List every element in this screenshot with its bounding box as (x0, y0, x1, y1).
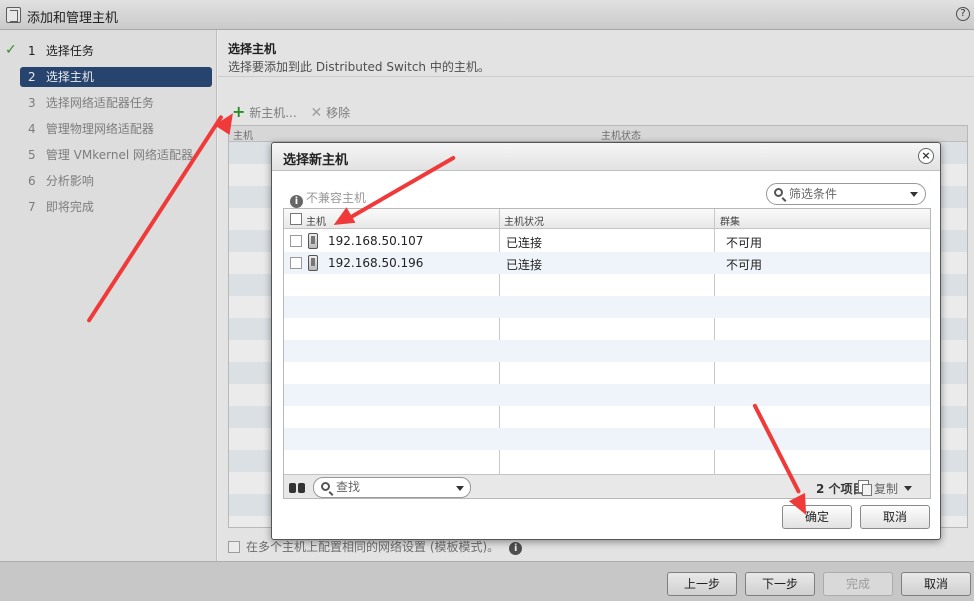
select-all-checkbox[interactable] (290, 213, 302, 225)
grid-header: 主机 主机状况 群集 (284, 209, 930, 229)
host-list-grid: 主机 主机状况 群集 192.168.50.107 已连接 不可用 192.16… (283, 208, 931, 499)
search-icon (321, 482, 330, 491)
copy-button[interactable]: 复制 (858, 480, 912, 497)
search-icon (774, 188, 783, 197)
info-icon: i (290, 195, 303, 208)
table-row[interactable]: 192.168.50.196 已连接 不可用 (284, 252, 930, 274)
row-checkbox[interactable] (290, 235, 302, 247)
chevron-down-icon[interactable] (456, 486, 464, 491)
dialog-titlebar: 选择新主机 × (272, 143, 940, 171)
incompatible-hosts-link[interactable]: i 不兼容主机 (290, 189, 366, 208)
dialog-title: 选择新主机 (283, 153, 349, 168)
column-host[interactable]: 主机 (306, 213, 326, 228)
binoculars-icon[interactable] (289, 480, 305, 494)
chevron-down-icon[interactable] (910, 192, 918, 197)
column-cluster[interactable]: 群集 (720, 213, 740, 228)
host-icon (308, 255, 318, 271)
find-input[interactable]: 查找 (313, 477, 471, 498)
filter-input[interactable]: 筛选条件 (766, 183, 926, 205)
row-checkbox[interactable] (290, 257, 302, 269)
close-icon[interactable]: × (918, 148, 934, 164)
chevron-down-icon (903, 486, 912, 491)
dialog-cancel-button[interactable]: 取消 (860, 505, 930, 529)
grid-footer: 查找 2 个项目 复制 (284, 474, 930, 498)
copy-icon (858, 480, 872, 496)
table-row[interactable]: 192.168.50.107 已连接 不可用 (284, 230, 930, 252)
column-host-status[interactable]: 主机状况 (504, 213, 544, 228)
host-icon (308, 233, 318, 249)
